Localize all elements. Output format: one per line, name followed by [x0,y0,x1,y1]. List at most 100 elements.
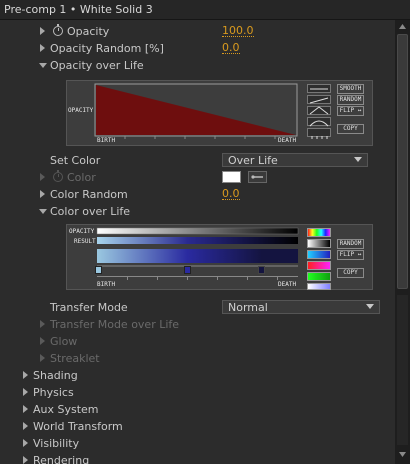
opacity-label: Opacity [67,25,110,38]
transfer-mode-over-life-row: Transfer Mode over Life [0,316,395,333]
opacity-random-row[interactable]: Opacity Random [%] 0.0 [0,40,395,57]
preset-hill-button[interactable] [307,117,331,126]
set-color-row[interactable]: Set Color Over Life [0,152,395,169]
death-label: DEATH [278,137,297,144]
color-row[interactable]: Color [0,169,395,186]
expand-triangle-icon[interactable] [23,439,28,447]
random-button[interactable]: RANDOM [337,95,364,105]
collapse-triangle-icon[interactable] [39,63,47,68]
scrollbar-track[interactable] [397,295,408,445]
vertical-scrollbar[interactable] [395,20,410,464]
preset-blue-button[interactable] [307,250,331,259]
group-label: World Transform [33,420,123,433]
random-button[interactable]: RANDOM [337,239,364,249]
group-rendering[interactable]: Rendering [0,452,395,464]
group-label: Aux System [33,403,99,416]
expand-triangle-icon[interactable] [23,456,28,464]
birth-label: BIRTH [97,281,116,288]
preset-white-blue-button[interactable] [307,283,331,290]
set-color-label: Set Color [50,154,101,167]
preset-bars-button[interactable] [307,128,331,137]
transfer-mode-row[interactable]: Transfer Mode Normal [0,299,395,316]
expand-triangle-icon [40,337,45,345]
opacity-over-life-label: Opacity over Life [50,59,144,72]
streaklet-row: Streaklet [0,350,395,367]
opacity-axis-label: OPACITY [68,107,94,114]
preset-rainbow-button[interactable] [307,228,331,237]
expand-triangle-icon[interactable] [23,422,28,430]
smooth-button[interactable]: SMOOTH [337,84,364,94]
chevron-down-icon [366,304,374,309]
streaklet-label: Streaklet [50,352,100,365]
transfer-mode-over-life-label: Transfer Mode over Life [50,318,180,331]
color-swatch[interactable] [222,171,241,183]
color-stop-marker[interactable] [95,266,102,274]
result-gradient-bar [97,237,298,244]
color-over-life-row[interactable]: Color over Life [0,203,395,220]
set-color-value: Over Life [228,154,278,167]
eyedropper-glyph [251,175,263,179]
group-world-transform[interactable]: World Transform [0,418,395,435]
tick-mark [217,276,218,280]
color-stop-marker[interactable] [258,266,265,274]
expand-triangle-icon[interactable] [23,405,28,413]
transfer-mode-dropdown[interactable]: Normal [222,300,380,314]
preset-white-black-button[interactable] [307,239,331,248]
opacity-value[interactable]: 100.0 [222,25,254,37]
opacity-gradient-bar [96,227,299,235]
copy-button[interactable]: COPY [337,268,364,278]
scroll-down-arrow-icon[interactable] [398,450,407,459]
expand-triangle-icon [40,320,45,328]
chevron-down-icon [354,157,362,162]
tick-mark [187,276,188,280]
stopwatch-icon [53,170,63,182]
flip-button[interactable]: FLIP ↔ [337,250,364,260]
color-stop-marker[interactable] [184,266,191,274]
expand-triangle-icon[interactable] [23,388,28,396]
group-label: Visibility [33,437,80,450]
preset-peak-button[interactable] [307,106,331,115]
group-physics[interactable]: Physics [0,384,395,401]
opacity-over-life-row[interactable]: Opacity over Life [0,57,395,74]
opacity-random-label: Opacity Random [%] [50,42,164,55]
panel-title: Pre-comp 1 • White Solid 3 [4,3,153,16]
effect-controls-panel: Opacity 100.0 Opacity Random [%] 0.0 Opa… [0,20,395,464]
preset-red-magenta-button[interactable] [307,261,331,270]
group-label: Shading [33,369,78,382]
scroll-up-arrow-icon[interactable] [398,22,407,31]
preset-green-button[interactable] [307,272,331,281]
tick-mark [247,276,248,280]
glow-row: Glow [0,333,395,350]
expand-triangle-icon[interactable] [40,44,45,52]
opacity-row[interactable]: Opacity 100.0 [0,23,395,40]
preset-flat-button[interactable] [307,84,331,93]
transfer-mode-value: Normal [228,301,268,314]
tick-mark [127,276,128,280]
expand-triangle-icon[interactable] [40,190,45,198]
expand-triangle-icon [40,173,45,181]
color-random-value[interactable]: 0.0 [222,188,240,200]
collapse-triangle-icon[interactable] [39,209,47,214]
expand-triangle-icon[interactable] [40,27,45,35]
color-over-life-graph[interactable]: OPACITY RESULT BIRTH DEATH RANDOM FLIP ↔… [66,224,373,290]
group-label: Physics [33,386,74,399]
expand-triangle-icon [40,354,45,362]
stopwatch-icon[interactable] [53,24,63,36]
flip-button[interactable]: FLIP ↔ [337,106,364,116]
scrollbar-thumb[interactable] [397,34,408,289]
set-color-dropdown[interactable]: Over Life [222,153,368,167]
color-gradient-bar [97,249,298,263]
preset-ramp-button[interactable] [307,95,331,104]
group-shading[interactable]: Shading [0,367,395,384]
opacity-over-life-graph[interactable]: OPACITY BIRTH DEATH SMOOTH RANDOM FLIP ↔… [66,80,373,146]
copy-button[interactable]: COPY [337,124,364,134]
color-random-row[interactable]: Color Random 0.0 [0,186,395,203]
expand-triangle-icon[interactable] [23,371,28,379]
color-random-label: Color Random [50,188,128,201]
transfer-mode-label: Transfer Mode [50,301,128,314]
group-visibility[interactable]: Visibility [0,435,395,452]
eyedropper-icon[interactable] [248,171,267,183]
group-aux-system[interactable]: Aux System [0,401,395,418]
opacity-random-value[interactable]: 0.0 [222,42,240,54]
tick-mark [277,276,278,280]
